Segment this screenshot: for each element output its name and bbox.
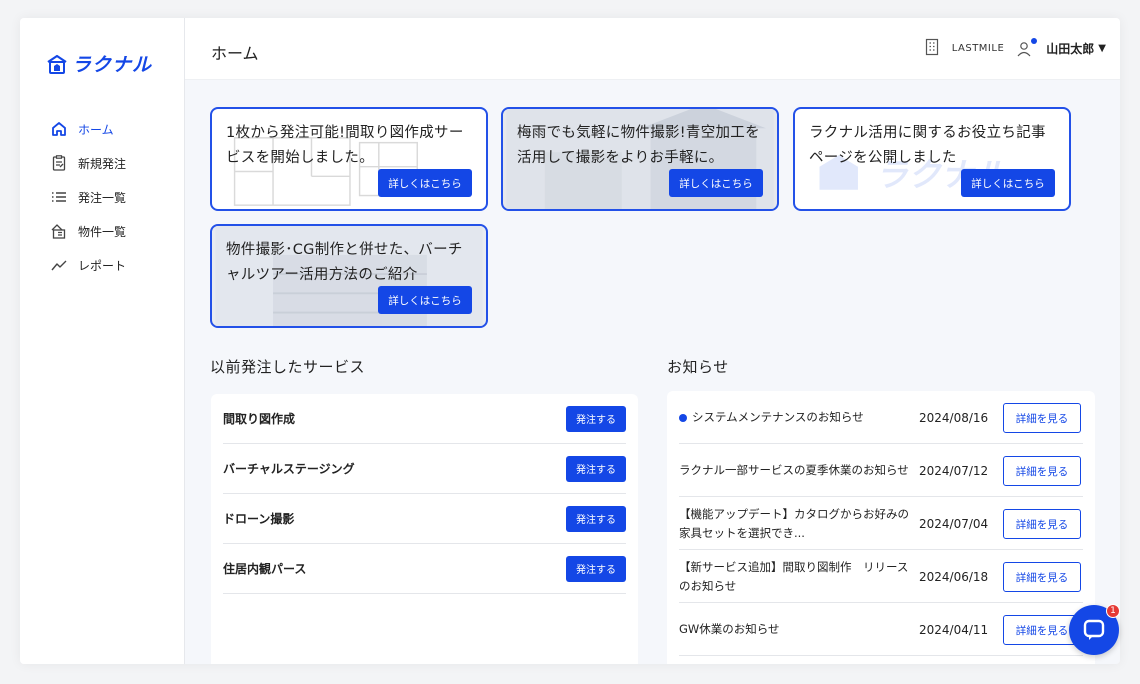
banner-details-button[interactable]: 詳しくはこちら [378, 169, 472, 197]
news-item-title[interactable]: GW休業のお知らせ [679, 603, 917, 656]
order-button[interactable]: 発注する [566, 455, 626, 482]
office-building-icon [924, 38, 940, 59]
company-name: LASTMILE [951, 43, 1005, 54]
banner-details-button[interactable]: 詳しくはこちら [669, 169, 763, 197]
previous-services-panel: 間取り図作成 発注する バーチャルステージング 発注する ドローン撮影 発注する… [211, 394, 638, 664]
news-row: GW休業のお知らせ 2024/04/11 詳細を見る [679, 603, 1083, 656]
news-date: 2024/06/18 [919, 569, 989, 584]
sidebar-item-label: 新規発注 [78, 156, 127, 171]
order-button[interactable]: 発注する [566, 505, 626, 532]
sidebar-item-label: 発注一覧 [78, 190, 127, 205]
sidebar-item-new-order[interactable]: 新規発注 [50, 146, 126, 180]
news-date: 2024/08/16 [919, 410, 989, 425]
news-title: お知らせ [667, 358, 729, 376]
banner-articles[interactable]: ラクナル ラクナル活用に関するお役立ち記事ページを公開しました 詳しくはこちら [793, 107, 1071, 211]
service-row: ドローン撮影 発注する [223, 494, 626, 544]
service-name: バーチャルステージング [223, 462, 355, 476]
sidebar-item-order-list[interactable]: 発注一覧 [50, 180, 126, 214]
view-details-button[interactable]: 詳細を見る [1003, 562, 1081, 592]
view-details-button[interactable]: 詳細を見る [1003, 509, 1081, 539]
list-icon [50, 188, 68, 206]
banner-details-button[interactable]: 詳しくはこちら [961, 169, 1055, 197]
user-icon[interactable] [1016, 37, 1038, 58]
unread-dot [679, 413, 687, 422]
news-item-title[interactable]: ラクナル一部サービスの夏季休業のお知らせ [679, 444, 917, 497]
sidebar-item-report[interactable]: レポート [50, 248, 126, 282]
logo[interactable]: ラクナル [46, 50, 152, 77]
chat-bubble-icon [1083, 619, 1105, 640]
building-icon [50, 222, 68, 240]
order-button[interactable]: 発注する [566, 405, 626, 432]
news-date: 2024/07/04 [919, 516, 989, 531]
service-row: 住居内観パース 発注する [223, 544, 626, 594]
view-details-button[interactable]: 詳細を見る [1003, 456, 1081, 486]
header-right: LASTMILE 山田太郎 ▼ [924, 37, 1106, 59]
sidebar-item-label: 物件一覧 [78, 224, 127, 239]
banner-text: ラクナル活用に関するお役立ち記事ページを公開しました [809, 125, 1046, 166]
app-window: ラクナル ホーム 新規発注 発注一覧 物件一覧 レポート ホーム LASTMIL… [20, 18, 1120, 664]
banner-virtual-tour[interactable]: 物件撮影･CG制作と併せた、バーチャルツアー活用方法のご紹介 詳しくはこちら [210, 224, 488, 328]
user-name[interactable]: 山田太郎 [1046, 40, 1094, 57]
logo-text: ラクナル [72, 54, 153, 76]
news-panel: システムメンテナンスのお知らせ 2024/08/16 詳細を見る ラクナル一部サ… [667, 391, 1095, 664]
view-details-button[interactable]: 詳細を見る [1003, 403, 1081, 433]
home-icon [50, 120, 68, 138]
news-row: ラクナル一部サービスの夏季休業のお知らせ 2024/07/12 詳細を見る [679, 444, 1083, 497]
top-header: ホーム LASTMILE 山田太郎 ▼ [185, 18, 1120, 80]
chat-unread-badge: 1 [1106, 604, 1120, 618]
news-date: 2024/04/11 [919, 622, 989, 637]
service-name: ドローン撮影 [223, 512, 295, 526]
news-date: 2024/07/12 [919, 463, 989, 478]
order-button[interactable]: 発注する [566, 555, 626, 582]
sidebar-item-label: レポート [78, 258, 127, 273]
logo-icon [47, 54, 67, 74]
banner-text: 梅雨でも気軽に物件撮影!青空加工を活用して撮影をよりお手軽に。 [517, 125, 760, 166]
banner-text: 1枚から発注可能!間取り図作成サービスを開始しました。 [226, 125, 464, 166]
service-name: 間取り図作成 [223, 412, 296, 426]
page-title: ホーム [211, 44, 259, 63]
sidebar-item-property-list[interactable]: 物件一覧 [50, 214, 126, 248]
chart-line-icon [50, 256, 68, 274]
news-row: システムメンテナンスのお知らせ 2024/08/16 詳細を見る [679, 391, 1083, 444]
news-item-title[interactable]: 【機能アップデート】カタログからお好みの家具セットを選択でき... [679, 497, 917, 550]
news-item-title[interactable]: 【新サービス追加】間取り図制作 リリースのお知らせ [679, 550, 917, 603]
chevron-down-icon[interactable]: ▼ [1098, 43, 1106, 54]
clipboard-icon [50, 154, 68, 172]
banner-floorplan[interactable]: 1枚から発注可能!間取り図作成サービスを開始しました。 詳しくはこちら [210, 107, 488, 211]
news-item-title-text: システムメンテナンスのお知らせ [692, 410, 864, 424]
service-row: 間取り図作成 発注する [223, 394, 626, 444]
news-item-title[interactable]: システムメンテナンスのお知らせ [679, 391, 917, 444]
banner-details-button[interactable]: 詳しくはこちら [378, 286, 472, 314]
news-row: 【新サービス追加】間取り図制作 リリースのお知らせ 2024/06/18 詳細を… [679, 550, 1083, 603]
sidebar: ラクナル ホーム 新規発注 発注一覧 物件一覧 レポート [20, 18, 185, 664]
notification-dot [1031, 37, 1038, 44]
banner-sky-replacement[interactable]: 梅雨でも気軽に物件撮影!青空加工を活用して撮影をよりお手軽に。 詳しくはこちら [501, 107, 779, 211]
sidebar-item-label: ホーム [78, 122, 114, 137]
service-name: 住居内観パース [223, 562, 307, 576]
sidebar-nav: ホーム 新規発注 発注一覧 物件一覧 レポート [50, 112, 126, 282]
previous-services-title: 以前発注したサービス [210, 358, 366, 376]
banner-text: 物件撮影･CG制作と併せた、バーチャルツアー活用方法のご紹介 [226, 242, 463, 283]
news-row: 【機能アップデート】カタログからお好みの家具セットを選択でき... 2024/0… [679, 497, 1083, 550]
sidebar-item-home[interactable]: ホーム [50, 112, 126, 146]
service-row: バーチャルステージング 発注する [223, 444, 626, 494]
